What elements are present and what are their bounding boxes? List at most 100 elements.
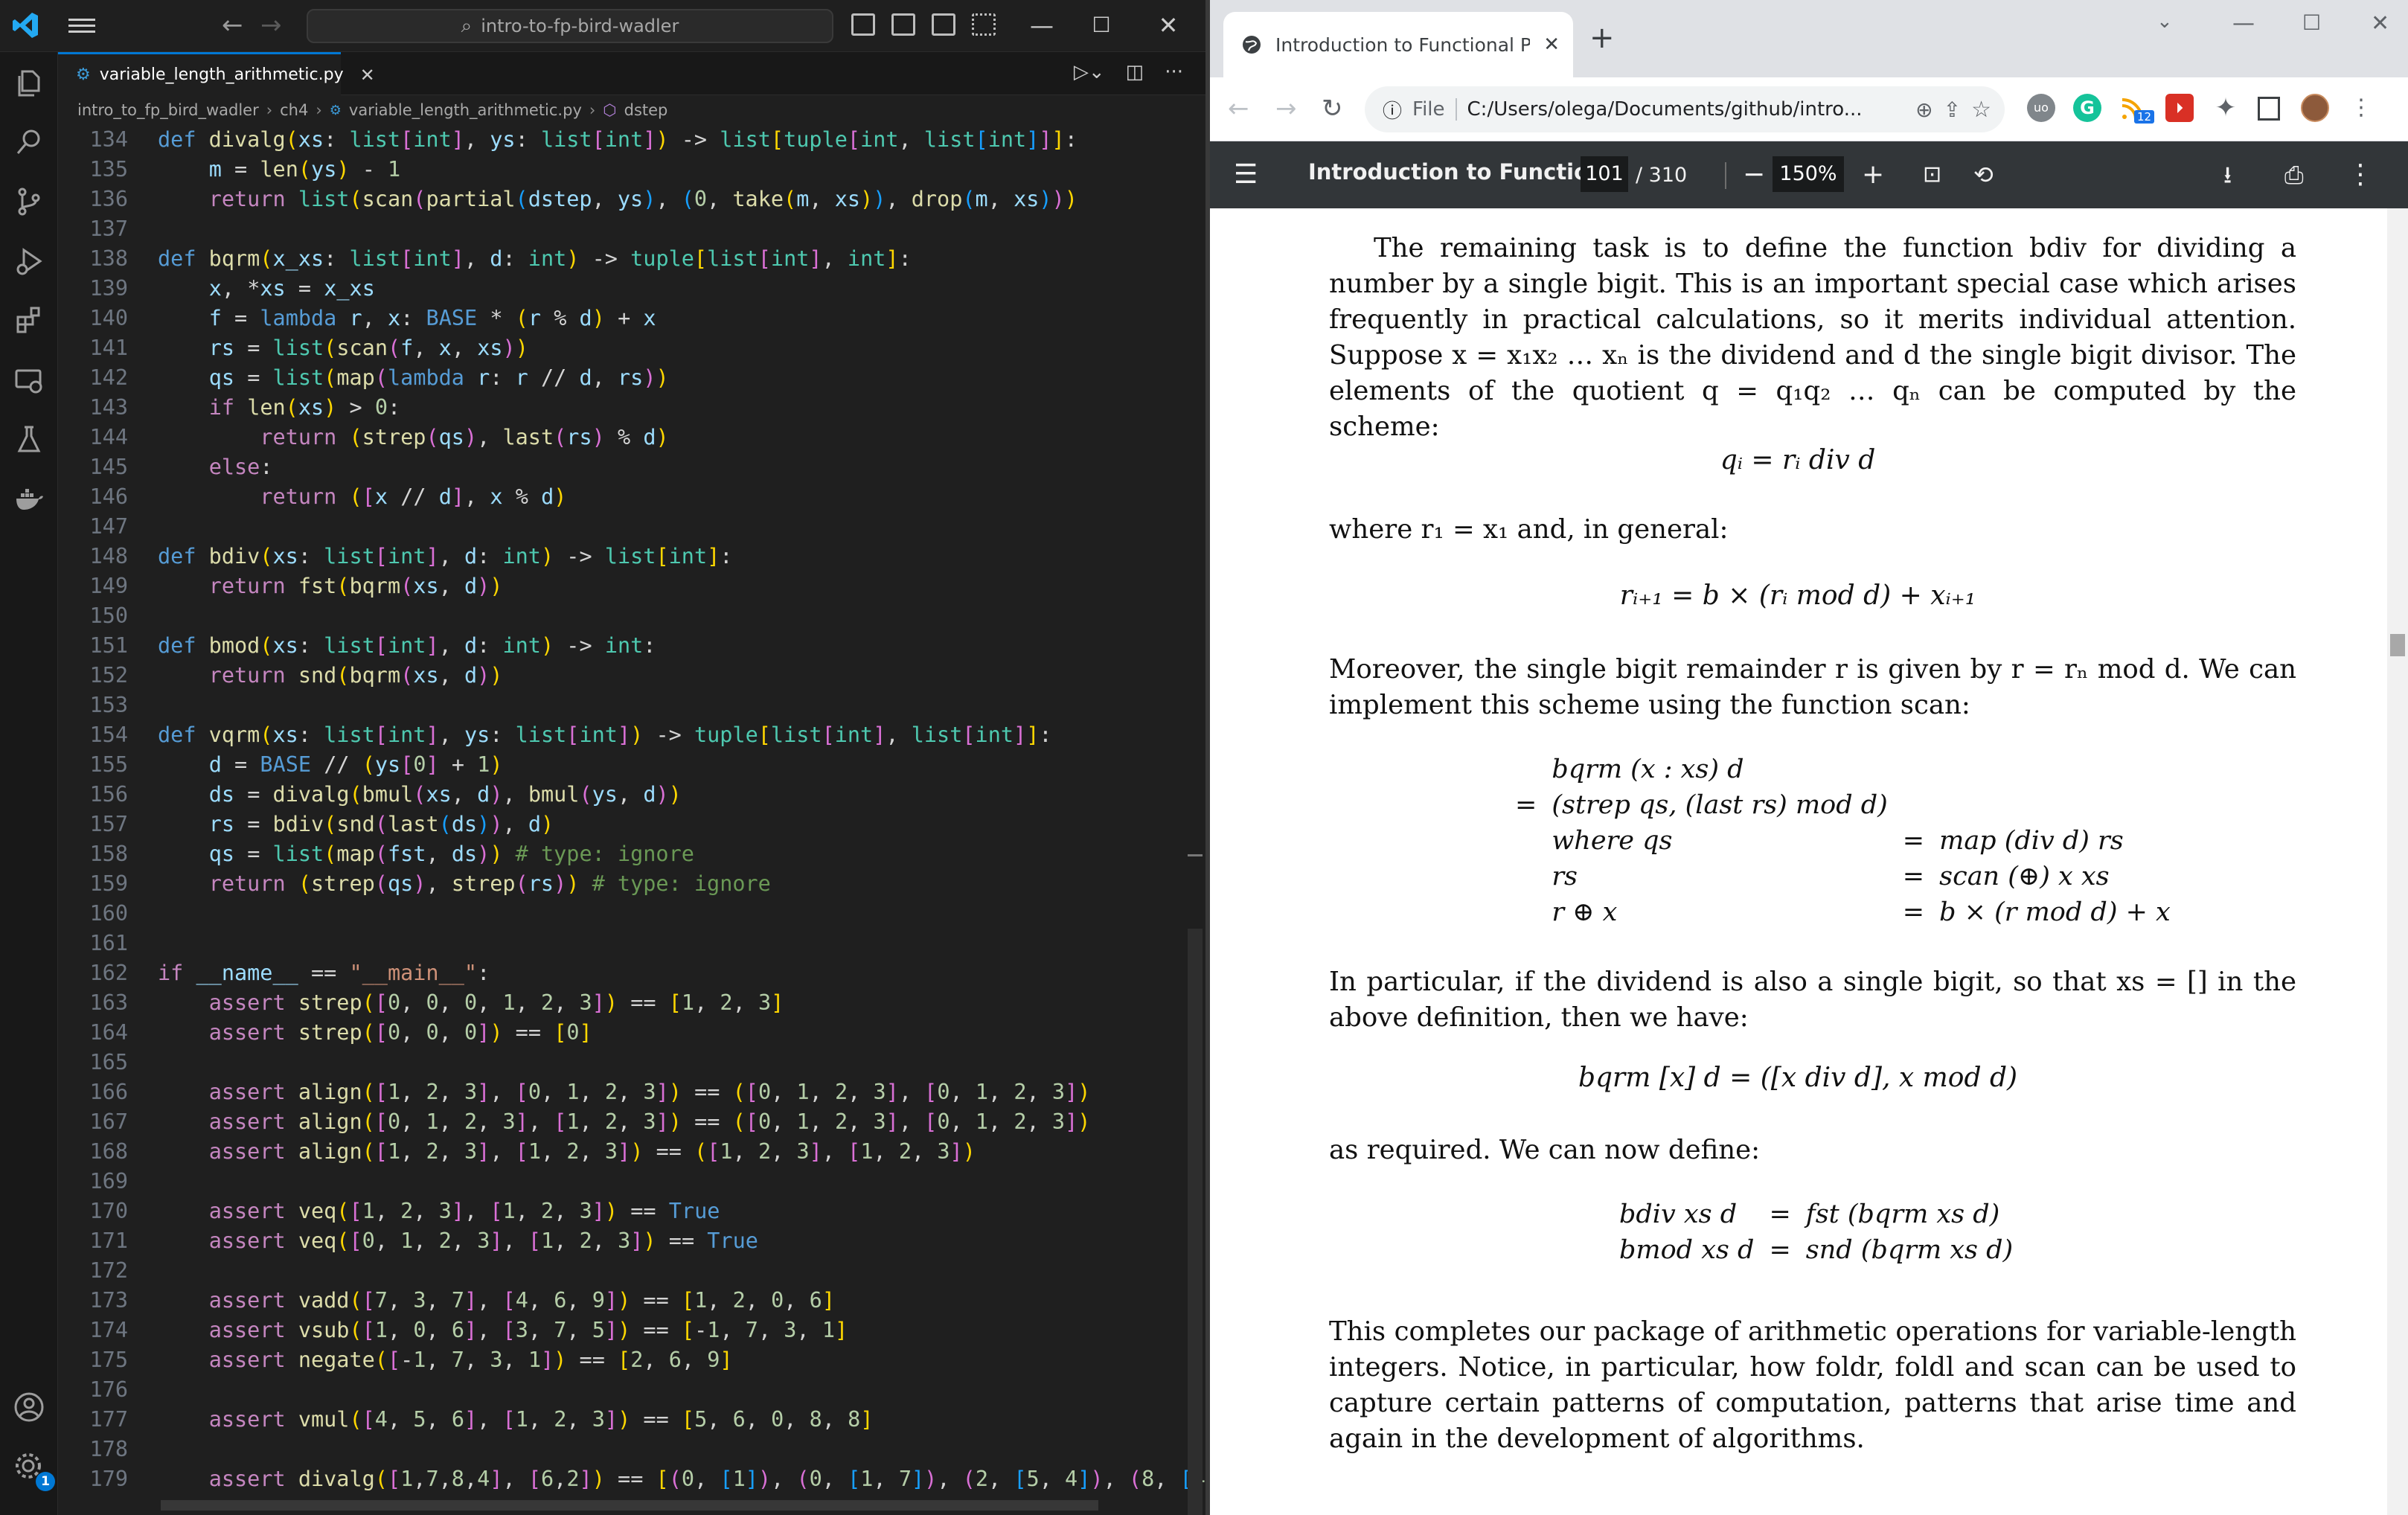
close-button[interactable]: ✕ [1146,7,1191,43]
breadcrumb-item[interactable]: dstep [624,101,668,119]
info-icon[interactable]: ⓘ [1383,96,1402,124]
search-view-icon[interactable] [13,126,45,158]
code-line[interactable]: 150 [58,601,1189,631]
zoom-in-icon[interactable]: + [1862,155,1884,195]
code-line[interactable]: 138 def bqrm(x_xs: list[int], d: int) -> … [58,244,1189,274]
code-line[interactable]: 153 [58,691,1189,720]
code-editor[interactable]: 134 def divalg(xs: list[int], ys: list[in… [58,125,1205,1515]
code-line[interactable]: 165 [58,1048,1189,1077]
code-line[interactable]: 156 ds = divalg(bmul(xs, d), bmul(ys, d)… [58,780,1189,810]
code-line[interactable]: 179 assert divalg([1,7,8,4], [6,2]) == [… [58,1464,1205,1494]
code-line[interactable]: 137 [58,214,1189,244]
code-line[interactable]: 154 def vqrm(xs: list[int], ys: list[int]… [58,720,1189,750]
extensions-icon[interactable] [13,305,45,336]
split-editor-icon[interactable]: ◫ [1126,61,1144,83]
explorer-icon[interactable] [13,67,45,98]
code-line[interactable]: 143 if len(xs) > 0: [58,393,1189,423]
reload-icon[interactable]: ↻ [1322,94,1343,124]
code-line[interactable]: 162 if __name__ == "__main__": [58,958,1189,988]
code-line[interactable]: 175 assert negate([-1, 7, 3, 1]) == [2, … [58,1345,1189,1375]
code-line[interactable]: 164 assert strep([0, 0, 0]) == [0] [58,1018,1189,1048]
pdf-scrollbar[interactable] [2387,208,2408,1515]
forward-arrow-icon[interactable]: → [260,10,282,40]
customize-layout-icon[interactable] [972,13,996,36]
code-line[interactable]: 157 rs = bdiv(snd(last(ds)), d) [58,810,1189,839]
code-line[interactable]: 178 [58,1435,1189,1464]
code-line[interactable]: 176 [58,1375,1189,1405]
manage-gear-icon[interactable]: 1 [13,1451,55,1491]
print-icon[interactable]: ⎙ [2284,155,2304,195]
new-tab-icon[interactable]: + [1589,21,1615,55]
horizontal-scrollbar[interactable] [161,1500,1098,1511]
maximize-button[interactable]: ☐ [1079,7,1124,43]
command-center-search[interactable]: ⌕ intro-to-fp-bird-wadler [307,9,833,43]
menu-icon[interactable] [68,15,95,37]
source-control-icon[interactable] [13,186,45,217]
code-line[interactable]: 167 assert align([0, 1, 2, 3], [1, 2, 3]… [58,1107,1189,1137]
zoom-input[interactable]: 150% [1773,156,1844,192]
rss-extension-icon[interactable]: 12 [2119,94,2155,124]
accounts-icon[interactable] [13,1391,45,1423]
download-icon[interactable]: ⭳ [2223,155,2232,195]
bookmark-star-icon[interactable]: ☆ [1971,97,2005,123]
run-file-icon[interactable]: ▷⌄ [1074,61,1105,83]
close-button[interactable]: ✕ [2371,10,2389,36]
tab-close-icon[interactable]: ✕ [360,65,375,86]
code-line[interactable]: 177 assert vmul([4, 5, 6], [1, 2, 3]) ==… [58,1405,1189,1435]
pdf-extension-icon[interactable]: ⏵ [2165,94,2194,122]
code-line[interactable]: 169 [58,1167,1189,1197]
code-line[interactable]: 173 assert vadd([7, 3, 7], [4, 6, 9]) ==… [58,1286,1189,1316]
zoom-icon[interactable]: ⊕ [1915,97,1933,122]
address-bar[interactable]: ⓘ File C:/Users/olega/Documents/github/i… [1365,86,2005,132]
code-line[interactable]: 149 return fst(bqrm(xs, d)) [58,571,1189,601]
back-arrow-icon[interactable]: ← [222,10,243,40]
minimize-button[interactable]: — [1019,7,1064,43]
code-line[interactable]: 151 def bmod(xs: list[int], d: int) -> in… [58,631,1189,661]
code-line[interactable]: 140 f = lambda r, x: BASE * (r % d) + x [58,304,1189,333]
editor-tab[interactable]: ⚙ variable_length_arithmetic.py ✕ [58,52,375,95]
code-line[interactable]: 142 qs = list(map(lambda r: r // d, rs)) [58,363,1189,393]
code-line[interactable]: 158 qs = list(map(fst, ds)) # type: igno… [58,839,1189,869]
menu-kebab-icon[interactable]: ⋮ [2347,94,2375,122]
toggle-sidebar-icon[interactable] [851,13,875,36]
code-line[interactable]: 144 return (strep(qs), last(rs) % d) [58,423,1189,452]
code-line[interactable]: 171 assert veq([0, 1, 2, 3], [1, 2, 3]) … [58,1226,1189,1256]
overview-ruler[interactable] [1188,125,1203,1515]
pdf-page[interactable]: The remaining task is to define the func… [1210,208,2408,1515]
docker-icon[interactable] [13,484,45,515]
testing-icon[interactable] [13,424,45,455]
ublock-extension-icon[interactable]: uo [2027,94,2055,122]
back-arrow-icon[interactable]: ← [1228,94,1249,124]
code-line[interactable]: 145 else: [58,452,1189,482]
code-line[interactable]: 174 assert vsub([1, 0, 6], [3, 7, 5]) ==… [58,1316,1189,1345]
code-line[interactable]: 159 return (strep(qs), strep(rs)) # type… [58,869,1189,899]
code-line[interactable]: 136 return list(scan(partial(dstep, ys),… [58,185,1189,214]
more-actions-icon[interactable]: ··· [1165,61,1183,83]
page-number-input[interactable]: 101 [1581,156,1628,192]
breadcrumb-item[interactable]: ch4 [280,101,308,119]
pdf-scrollbar-thumb[interactable] [2390,634,2405,656]
code-line[interactable]: 163 assert strep([0, 0, 0, 1, 2, 3]) == … [58,988,1189,1018]
code-line[interactable]: 141 rs = list(scan(f, x, xs)) [58,333,1189,363]
breadcrumb-item[interactable]: intro_to_fp_bird_wadler [77,101,259,119]
zoom-out-icon[interactable]: − [1743,155,1765,195]
forward-arrow-icon[interactable]: → [1275,94,1297,124]
code-line[interactable]: 152 return snd(bqrm(xs, d)) [58,661,1189,691]
run-debug-icon[interactable] [13,246,45,277]
toggle-panel-icon[interactable] [891,13,915,36]
menu-icon[interactable]: ☰ [1234,155,1258,195]
rotate-icon[interactable]: ⟲ [1973,155,1994,195]
share-icon[interactable]: ⇪ [1944,97,1961,122]
code-line[interactable]: 166 assert align([1, 2, 3], [0, 1, 2, 3]… [58,1077,1189,1107]
minimize-button[interactable]: — [2232,10,2255,36]
code-line[interactable]: 155 d = BASE // (ys[0] + 1) [58,750,1189,780]
extensions-puzzle-icon[interactable]: ✦ [2212,94,2240,122]
fit-page-icon[interactable]: ⊡ [1923,155,1941,195]
code-line[interactable]: 170 assert veq([1, 2, 3], [1, 2, 3]) == … [58,1197,1189,1226]
breadcrumb-item[interactable]: variable_length_arithmetic.py [349,101,582,119]
remote-explorer-icon[interactable] [13,365,45,396]
grammarly-extension-icon[interactable]: G [2073,94,2101,122]
code-line[interactable]: 168 assert align([1, 2, 3], [1, 2, 3]) =… [58,1137,1189,1167]
avatar[interactable] [2301,94,2329,122]
code-line[interactable]: 139 x, *xs = x_xs [58,274,1189,304]
